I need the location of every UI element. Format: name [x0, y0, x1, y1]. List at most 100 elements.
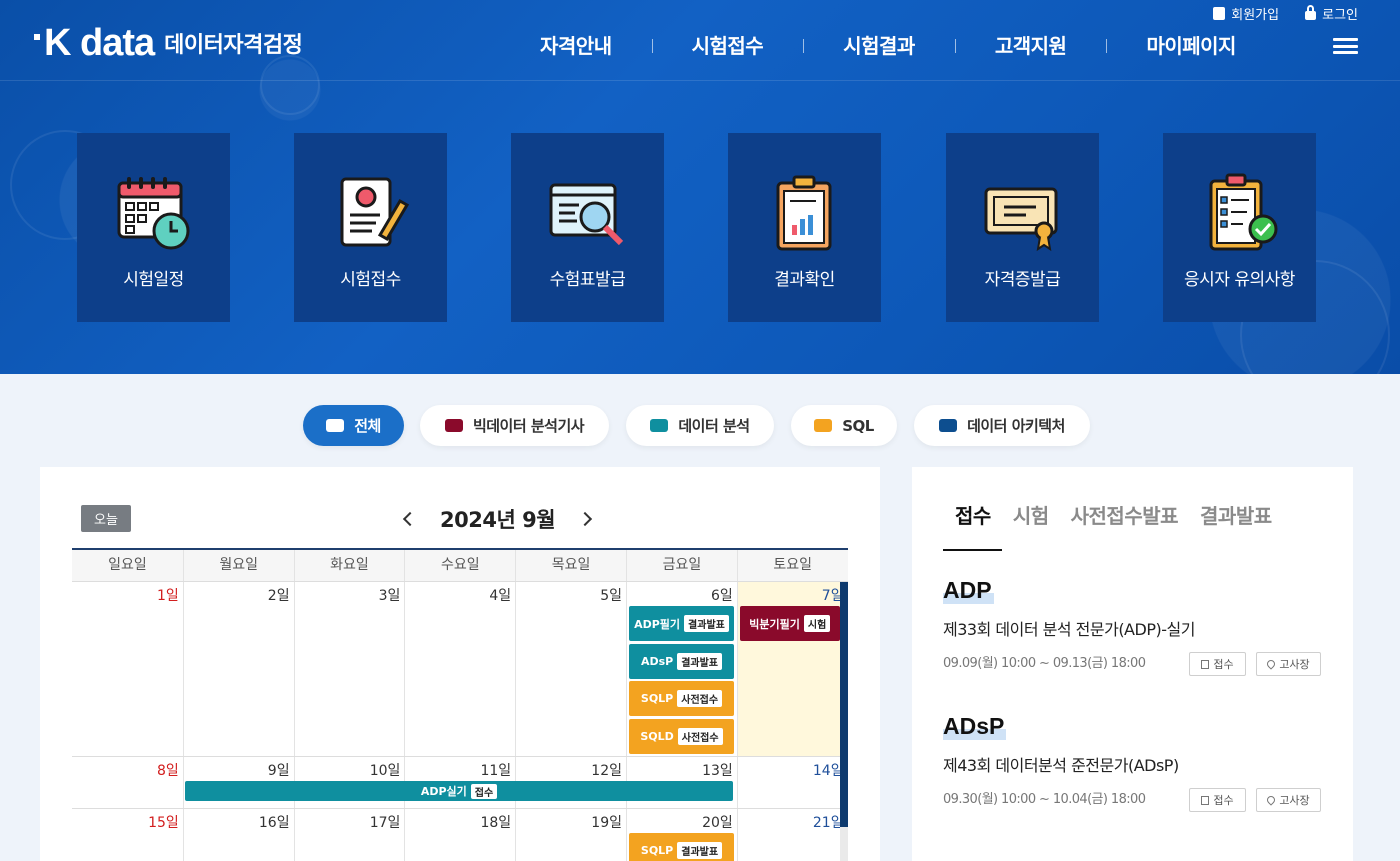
quick-certificate[interactable]: 자격증발급	[946, 133, 1099, 322]
weekday-sun: 일요일	[108, 557, 147, 573]
event-sqld[interactable]: SQLD 사전접수	[628, 719, 734, 754]
day-cell[interactable]: 18일	[404, 809, 515, 861]
document-icon	[1201, 795, 1210, 805]
tab-apply[interactable]: 접수	[943, 500, 1002, 551]
day-cell[interactable]: 20일 SQLP 결과발표	[625, 809, 737, 861]
day-cell[interactable]: 8일	[72, 757, 183, 808]
weekday-thu: 목요일	[515, 550, 626, 581]
event-adsp[interactable]: ADsP 결과발표	[628, 644, 734, 679]
day-cell[interactable]: 6일 ADP필기 결과발표 ADsP 결과발표 SQLP 사전접수 SQLD 사전접수	[625, 582, 737, 756]
filter-sql[interactable]: SQL	[791, 405, 897, 446]
nav-mypage[interactable]: 마이페이지	[1106, 30, 1276, 59]
venue-button[interactable]: 고사장	[1256, 788, 1321, 812]
tab-result[interactable]: 결과발표	[1189, 500, 1283, 551]
month-navigator: 2024년 9월	[400, 504, 595, 534]
nav-qualification[interactable]: 자격안내	[500, 30, 652, 59]
quick-ticket[interactable]: 수험표발급	[511, 133, 664, 322]
day-cell-today[interactable]: 7일 빅분기필기 시험	[736, 582, 848, 756]
event-adp-written[interactable]: ADP필기 결과발표	[628, 606, 734, 641]
calendar-week: 15일 16일 17일 18일 19일 20일 SQLP 결과발표 21일	[72, 809, 848, 861]
checklist-icon	[1209, 173, 1277, 251]
section-title: ADsP	[943, 713, 1007, 740]
calendar-clock-icon	[117, 177, 189, 250]
swatch-icon	[939, 419, 958, 432]
chevron-left-icon[interactable]	[400, 504, 416, 534]
day-cell[interactable]: 21일	[736, 809, 848, 861]
weekday-tue: 화요일	[293, 550, 405, 581]
weekday-mon: 월요일	[182, 550, 294, 581]
day-cell[interactable]: 19일	[515, 809, 626, 861]
weekday-sat: 토요일	[736, 550, 848, 581]
venue-button[interactable]: 고사장	[1256, 652, 1321, 676]
swatch-icon	[650, 419, 669, 432]
utility-links: 회원가입 로그인	[1213, 4, 1358, 23]
section-title: ADP	[943, 577, 994, 604]
event-sqlp-result[interactable]: SQLP 결과발표	[628, 833, 734, 861]
day-cell[interactable]: 3일	[293, 582, 405, 756]
quick-notice[interactable]: 응시자 유의사항	[1163, 133, 1316, 322]
site-logo[interactable]: K data 데이터자격검정	[34, 24, 303, 62]
calendar-scrollbar[interactable]	[840, 582, 848, 861]
day-cell[interactable]: 4일	[404, 582, 515, 756]
signup-link[interactable]: 회원가입	[1213, 4, 1279, 23]
login-link[interactable]: 로그인	[1305, 4, 1358, 23]
document-icon	[1213, 7, 1226, 20]
weekday-wed: 수요일	[404, 550, 515, 581]
logo-mark: K data	[34, 24, 155, 62]
certificate-icon	[984, 187, 1057, 252]
exam-item-link[interactable]: 제33회 데이터 분석 전문가(ADP)-실기	[943, 616, 1195, 640]
apply-button[interactable]: 접수	[1189, 788, 1246, 812]
filter-all[interactable]: 전체	[303, 405, 404, 446]
exam-item-link[interactable]: 제43회 데이터분석 준전문가(ADsP)	[943, 752, 1179, 776]
nav-support[interactable]: 고객지원	[954, 30, 1107, 59]
application-form-icon	[340, 177, 409, 247]
calendar-week: 8일 9일 10일 11일 12일 13일 14일 ADP실기 접수	[72, 757, 848, 809]
month-title: 2024년 9월	[440, 508, 556, 532]
exam-period: 09.30(월) 10:00 ~ 10.04(금) 18:00	[943, 792, 1146, 807]
day-cell[interactable]: 17일	[293, 809, 405, 861]
day-cell[interactable]: 14일	[736, 757, 848, 808]
calendar-grid: 일요일 월요일 화요일 수요일 목요일 금요일 토요일 1일 2일 3일 4일 …	[72, 548, 848, 861]
tab-pre-apply[interactable]: 사전접수발표	[1060, 500, 1189, 551]
filter-data-architecture[interactable]: 데이터 아키텍처	[914, 405, 1090, 446]
event-bigdata[interactable]: 빅분기필기 시험	[739, 606, 840, 641]
chevron-right-icon[interactable]	[579, 504, 595, 534]
tab-exam[interactable]: 시험	[1002, 500, 1060, 551]
info-section-adsp: ADsP 제43회 데이터분석 준전문가(ADsP) 09.30(월) 10:0…	[943, 713, 1179, 807]
swatch-icon	[326, 419, 345, 432]
quick-schedule[interactable]: 시험일정	[77, 133, 230, 322]
quick-result[interactable]: 결과확인	[728, 133, 881, 322]
day-cell[interactable]: 16일	[182, 809, 294, 861]
info-tabs: 접수 시험 사전접수발표 결과발표	[943, 500, 1283, 551]
location-pin-icon	[1265, 794, 1277, 806]
exam-period: 09.09(월) 10:00 ~ 09.13(금) 18:00	[943, 656, 1146, 671]
nav-apply[interactable]: 시험접수	[651, 30, 804, 59]
apply-button[interactable]: 접수	[1189, 652, 1246, 676]
header-divider	[0, 80, 1400, 81]
info-section-adp: ADP 제33회 데이터 분석 전문가(ADP)-실기 09.09(월) 10:…	[943, 577, 1195, 671]
document-icon	[1201, 659, 1210, 669]
day-cell[interactable]: 15일	[72, 809, 183, 861]
today-button[interactable]: 오늘	[81, 505, 131, 532]
calendar-week: 1일 2일 3일 4일 5일 6일 ADP필기 결과발표 ADsP 결과발표 SQL…	[72, 582, 848, 757]
event-sqlp[interactable]: SQLP 사전접수	[628, 681, 734, 716]
event-adp-practical[interactable]: ADP실기 접수	[185, 781, 733, 801]
lock-icon	[1305, 5, 1317, 20]
calendar-panel: 오늘 2024년 9월 일요일 월요일 화요일 수요일 목요일 금요일 토요일 …	[40, 467, 880, 861]
filter-data-analysis[interactable]: 데이터 분석	[626, 405, 774, 446]
main-nav: 자격안내 시험접수 시험결과 고객지원 마이페이지	[500, 30, 1276, 59]
decor-circle	[260, 55, 320, 115]
clipboard-chart-icon	[776, 175, 831, 251]
day-cell[interactable]: 2일	[182, 582, 294, 756]
hero-banner: 회원가입 로그인 K data 데이터자격검정 자격안내 시험접수 시험결과 고…	[0, 0, 1400, 374]
schedule-info-panel: 접수 시험 사전접수발표 결과발표 ADP 제33회 데이터 분석 전문가(AD…	[912, 467, 1353, 861]
quick-apply[interactable]: 시험접수	[294, 133, 447, 322]
search-window-icon	[549, 183, 623, 246]
filter-bigdata[interactable]: 빅데이터 분석기사	[420, 405, 609, 446]
swatch-icon	[814, 419, 833, 432]
day-cell[interactable]: 1일	[72, 582, 183, 756]
menu-icon[interactable]	[1333, 38, 1358, 54]
day-cell[interactable]: 5일	[515, 582, 626, 756]
nav-results[interactable]: 시험결과	[803, 30, 955, 59]
scrollbar-thumb[interactable]	[840, 582, 848, 827]
